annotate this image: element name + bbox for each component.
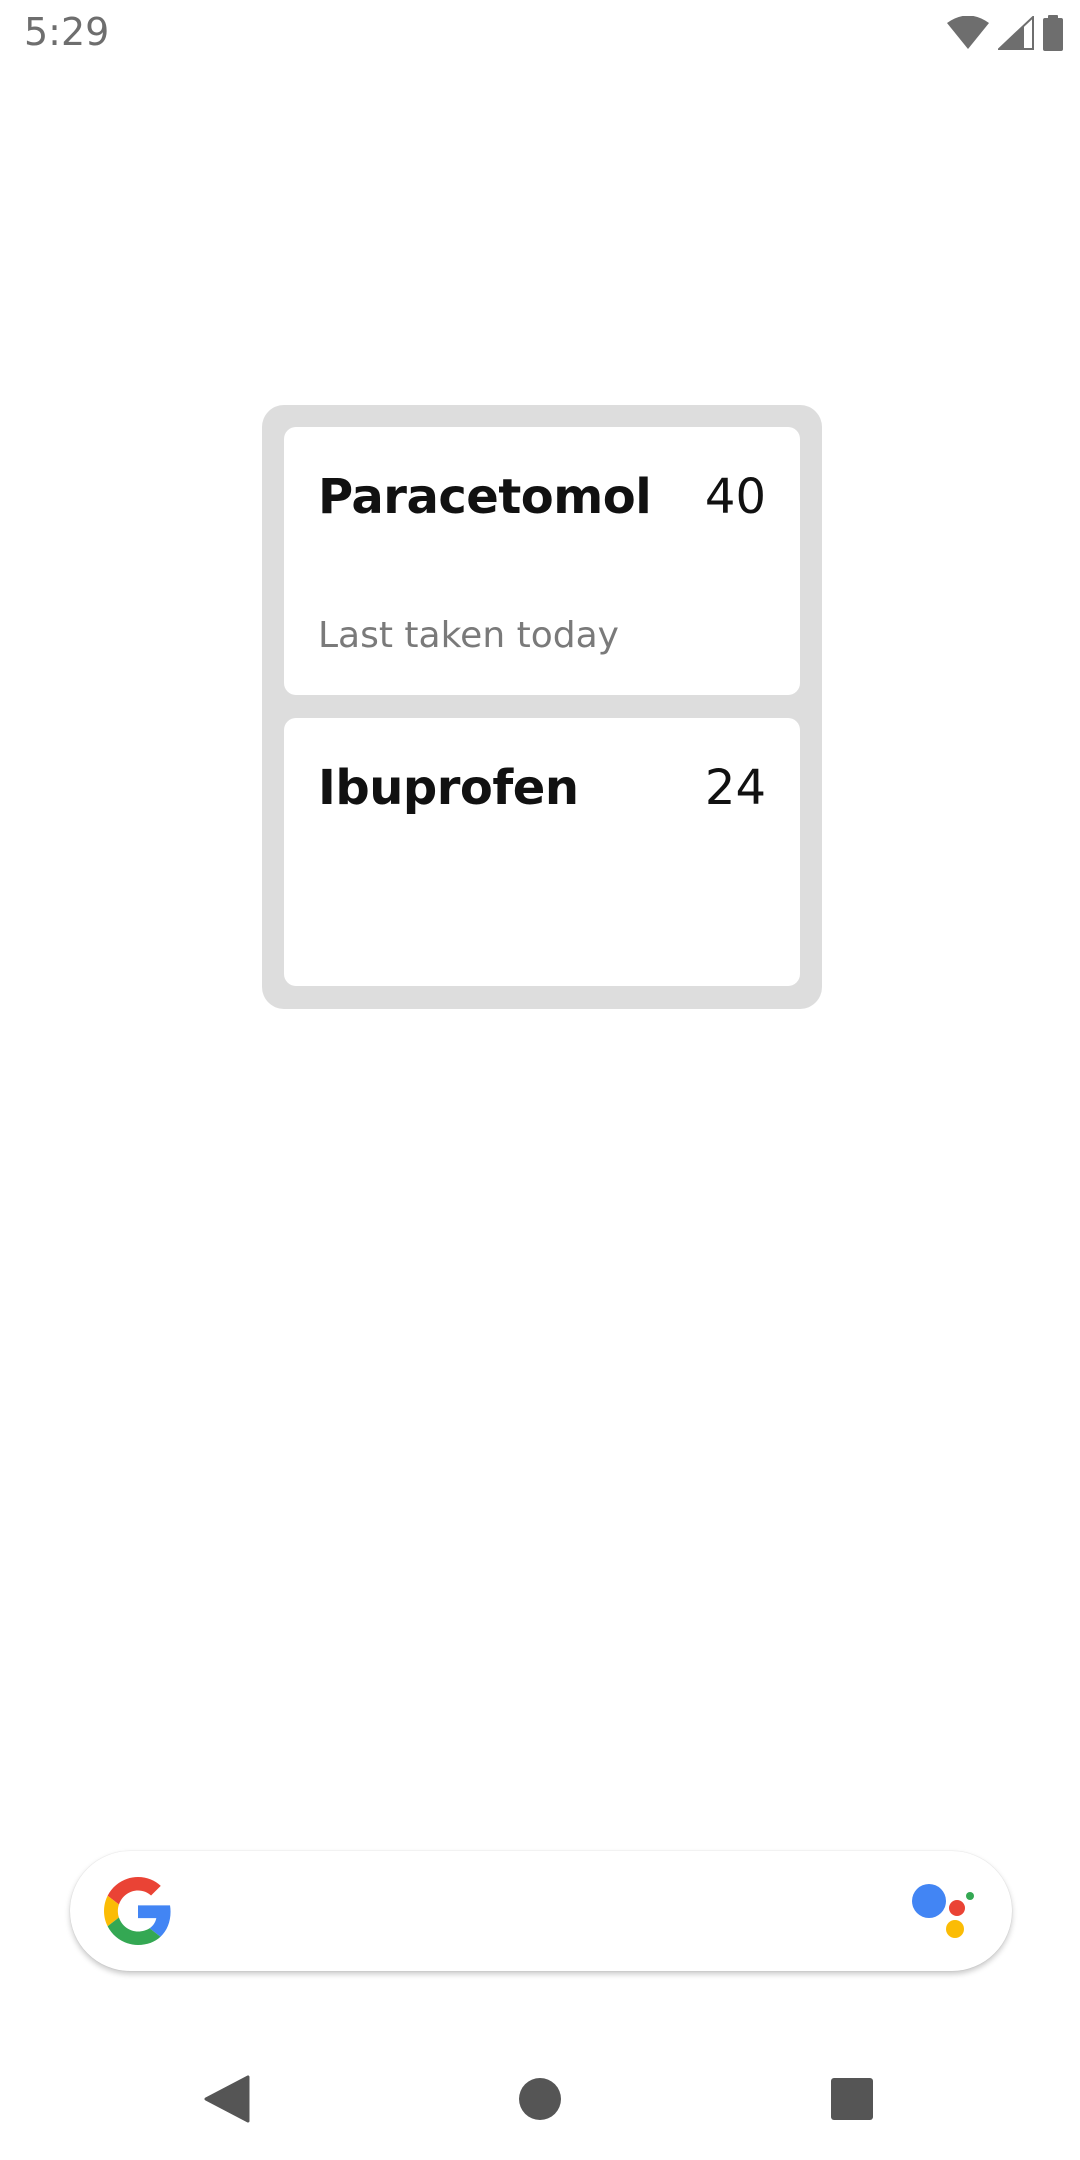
back-icon [204,2075,250,2128]
recents-icon [830,2077,874,2126]
status-bar: 5:29 [0,0,1080,66]
last-taken-text: Last taken today [318,615,619,656]
google-search-bar[interactable] [70,1851,1012,1971]
medication-name: Paracetomol [318,469,652,525]
status-time: 5:29 [24,10,110,54]
cell-signal-icon [998,16,1034,50]
recents-button[interactable] [817,2066,887,2136]
back-button[interactable] [192,2066,262,2136]
medication-count: 24 [704,760,766,816]
status-icons [946,14,1064,52]
google-assistant-icon[interactable] [912,1881,976,1950]
battery-icon [1042,15,1064,51]
medication-card-ibuprofen[interactable]: Ibuprofen 24 [284,718,800,986]
wifi-icon [946,16,990,50]
medication-widget: Paracetomol 40 Last taken today Ibuprofe… [262,405,822,1009]
google-logo-icon[interactable] [104,1877,172,1950]
home-icon [518,2077,562,2126]
medication-name: Ibuprofen [318,760,579,816]
medication-count: 40 [704,469,766,525]
navigation-bar [0,2040,1080,2160]
home-button[interactable] [505,2066,575,2136]
medication-card-paracetomol[interactable]: Paracetomol 40 Last taken today [284,427,800,695]
